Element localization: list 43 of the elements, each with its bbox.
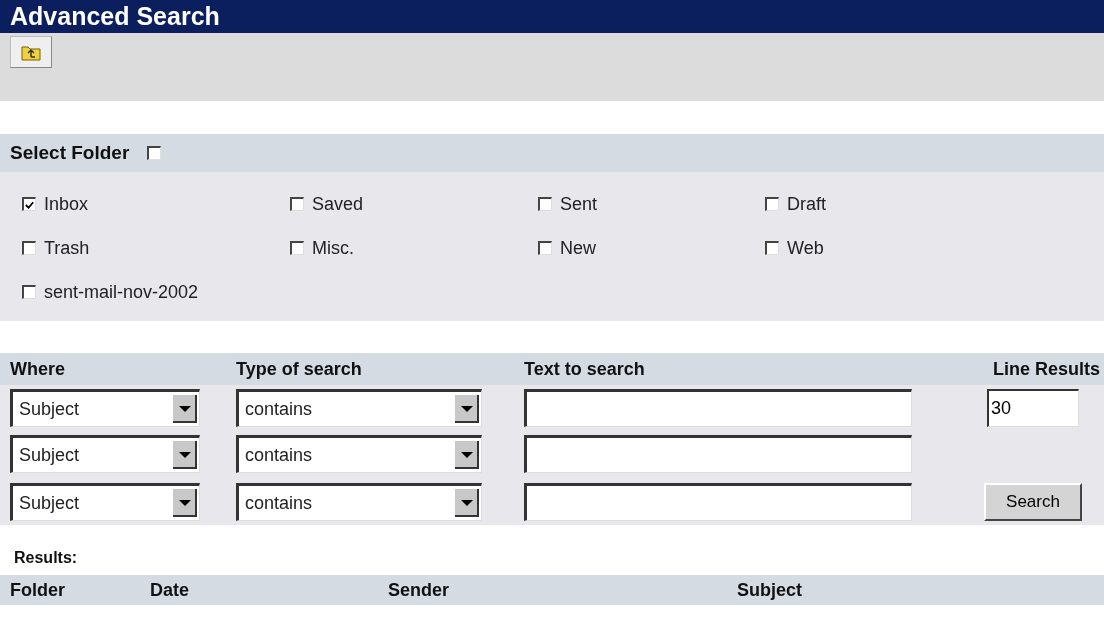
column-header: Sender — [388, 579, 451, 601]
where-dropdown[interactable]: Subject — [10, 483, 200, 521]
results-label: Results: — [13, 549, 79, 567]
search-button[interactable]: Search — [984, 483, 1082, 521]
column-header: Line Results — [991, 358, 1101, 380]
search-type-dropdown[interactable]: contains — [236, 483, 482, 521]
folder-label: sent-mail-nov-2002 — [44, 281, 199, 303]
folder-label: Saved — [312, 193, 364, 215]
column-header: Date — [150, 579, 190, 601]
search-text-field[interactable] — [524, 435, 912, 473]
search-type-dropdown[interactable]: contains — [236, 435, 482, 473]
search-type-dropdown[interactable]: contains — [236, 389, 482, 427]
window-title: Advanced Search — [10, 2, 220, 31]
checkbox[interactable] — [147, 146, 162, 160]
search-text-field[interactable] — [524, 389, 912, 427]
folder-label: Sent — [560, 193, 598, 215]
where-dropdown[interactable]: Subject — [10, 435, 200, 473]
column-header: Where — [9, 358, 66, 380]
folder-up-button[interactable] — [10, 36, 52, 68]
checkbox[interactable] — [765, 241, 779, 255]
where-dropdown[interactable]: Subject — [10, 389, 200, 427]
checkbox[interactable] — [538, 241, 552, 255]
folder-label: New — [560, 237, 596, 259]
checkbox[interactable] — [290, 197, 304, 211]
folder-label: Web — [787, 237, 824, 259]
folder-up-icon — [21, 43, 41, 61]
folder-label: Inbox — [44, 193, 89, 215]
column-header: Subject — [737, 579, 803, 601]
folder-label: Draft — [787, 193, 826, 215]
column-header: Type of search — [235, 358, 363, 380]
section-label: Select Folder — [10, 142, 130, 164]
checkbox[interactable] — [22, 197, 36, 211]
checkbox[interactable] — [765, 197, 779, 211]
line-results-field[interactable]: 30 — [987, 389, 1079, 427]
checkbox[interactable] — [22, 241, 36, 255]
column-header: Text to search — [523, 358, 646, 380]
checkbox[interactable] — [290, 241, 304, 255]
folder-label: Trash — [44, 237, 90, 259]
folder-label: Misc. — [312, 237, 354, 259]
search-text-field[interactable] — [524, 483, 912, 521]
checkbox[interactable] — [538, 197, 552, 211]
column-header: Folder — [10, 579, 66, 601]
checkbox[interactable] — [22, 285, 36, 299]
